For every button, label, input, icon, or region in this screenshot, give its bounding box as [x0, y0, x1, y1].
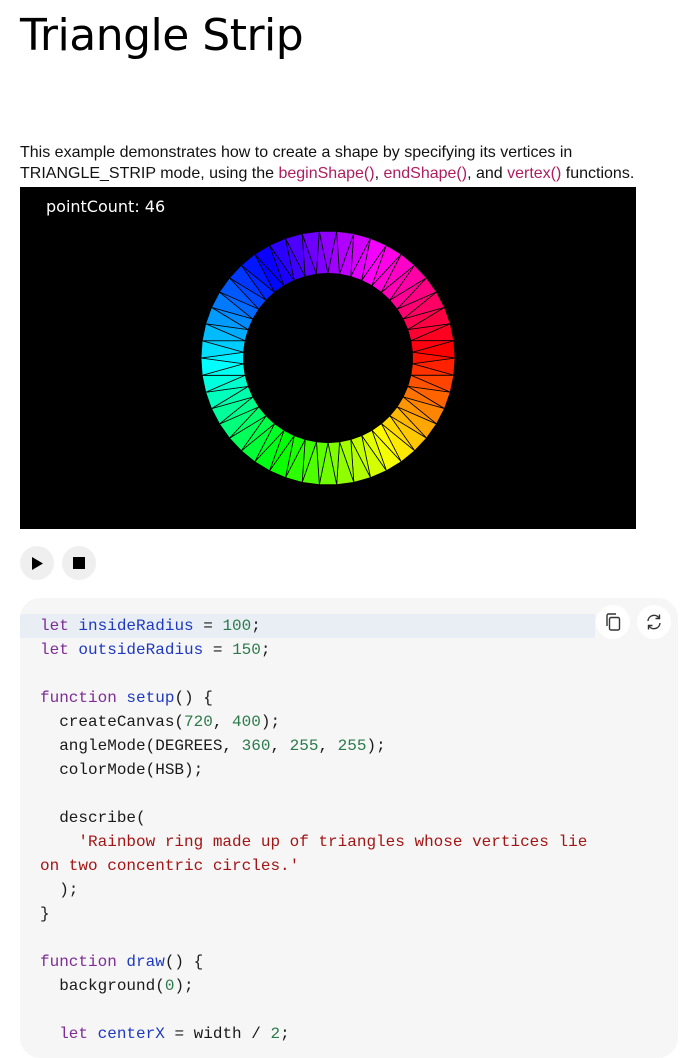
reset-code-button[interactable] [637, 605, 671, 639]
code-token: , [318, 737, 338, 755]
code-token: function [40, 689, 117, 707]
code-token: describe( [40, 809, 146, 827]
code-token: 150 [232, 641, 261, 659]
play-button[interactable] [20, 546, 54, 580]
code-token: setup [126, 689, 175, 707]
play-icon [32, 556, 43, 570]
code-token: 'Rainbow ring made up of triangles whose… [78, 833, 588, 851]
code-token: 2 [270, 1025, 281, 1043]
code-token: outsideRadius [78, 641, 204, 659]
code-token: insideRadius [78, 617, 194, 635]
code-token: angleMode(DEGREES, [40, 737, 242, 755]
rainbow-ring [200, 230, 456, 486]
vertex-link[interactable]: vertex() [507, 165, 561, 182]
code-token: = width / [164, 1025, 271, 1043]
copy-code-button[interactable] [596, 605, 630, 639]
code-token: 400 [232, 713, 261, 731]
code-token: ; [260, 641, 271, 659]
code-token: = [193, 617, 223, 635]
code-token: } [40, 905, 50, 923]
code-editor[interactable]: let insideRadius = 100; let outsideRadiu… [20, 598, 678, 1058]
page-title: Triangle Strip [20, 10, 304, 61]
code-token: colorMode(HSB); [40, 761, 204, 779]
stop-button[interactable] [62, 546, 96, 580]
code-token: function [40, 953, 117, 971]
code-token: ; [251, 617, 261, 635]
code-token: , [270, 737, 290, 755]
code-token: ); [40, 881, 79, 899]
endshape-link[interactable]: endShape() [383, 165, 467, 182]
page-description: This example demonstrates how to create … [20, 142, 680, 184]
code-token: centerX [97, 1025, 165, 1043]
code-token: , [212, 713, 233, 731]
code-token: ); [260, 713, 281, 731]
copy-icon [606, 613, 621, 631]
code-token: 720 [184, 713, 213, 731]
code-token: createCanvas( [40, 713, 185, 731]
code-token: background( [40, 977, 165, 995]
code-token: () { [164, 953, 204, 971]
code-token: 255 [337, 737, 367, 755]
code-token: () { [174, 689, 213, 707]
code-token: ; [280, 1025, 290, 1043]
code-token: 360 [241, 737, 271, 755]
code-token: = [203, 641, 233, 659]
code-token: 100 [222, 617, 252, 635]
description-text: , and [467, 165, 508, 182]
sketch-canvas: pointCount: 46 [20, 187, 636, 529]
reset-icon [647, 614, 661, 630]
code-token: 255 [289, 737, 319, 755]
code-token: ); [366, 737, 386, 755]
code-token: let [59, 1025, 89, 1043]
code-block[interactable]: let insideRadius = 100; let outsideRadiu… [40, 614, 587, 1046]
point-count-label: pointCount: 46 [46, 197, 166, 216]
code-token: draw [126, 953, 165, 971]
description-text: functions. [561, 165, 635, 182]
code-token: ); [174, 977, 194, 995]
code-token: on two concentric circles.' [40, 857, 300, 875]
code-token: 0 [164, 977, 175, 995]
beginshape-link[interactable]: beginShape() [278, 165, 374, 182]
code-token: let [40, 617, 69, 635]
code-token: let [40, 641, 69, 659]
stop-icon [73, 557, 85, 569]
